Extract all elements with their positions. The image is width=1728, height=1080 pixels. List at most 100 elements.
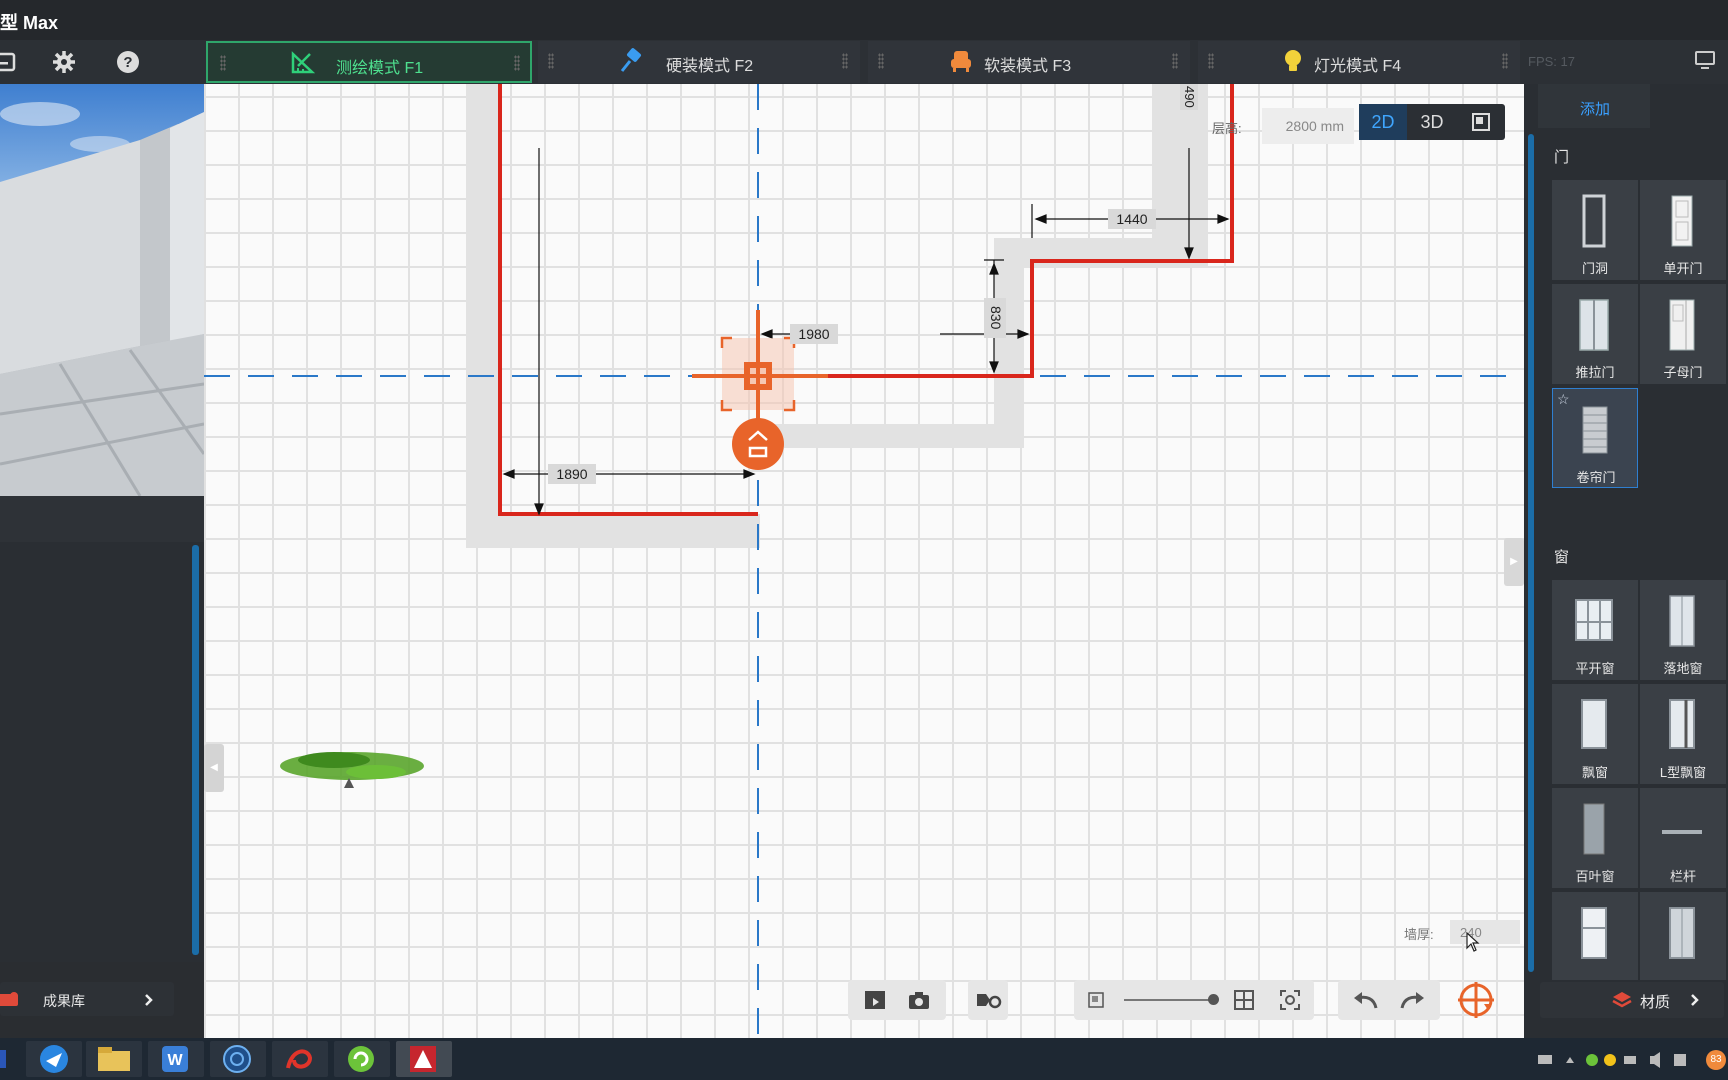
item-label: 栏杆 [1669, 869, 1696, 884]
tab-add[interactable]: 添加 [1538, 84, 1650, 128]
window-item-louver[interactable]: 百叶窗 [1552, 788, 1638, 888]
title-bar: 型 Max [0, 0, 1728, 40]
library-label: 成果库 [43, 993, 85, 1009]
tab-softscape-mode[interactable]: 软装模式 F3 [868, 41, 1190, 83]
layers-icon [1612, 992, 1632, 1008]
library-icon [0, 992, 18, 1006]
chevron-right-icon [1691, 994, 1699, 1006]
app-title: 型 Max [0, 13, 59, 33]
fit-view-icon[interactable] [1280, 990, 1300, 1010]
floorplan-drawing [204, 84, 1524, 1038]
window-item-casement[interactable]: 平开窗 [1552, 580, 1638, 680]
bay-window-icon [1581, 699, 1607, 749]
window-item-7[interactable] [1552, 892, 1638, 980]
item-label: 单开门 [1663, 261, 1703, 276]
dimension-1980[interactable]: 1980 [790, 324, 838, 344]
3d-preview[interactable] [0, 84, 204, 496]
gear-icon[interactable] [50, 48, 78, 76]
measure-icon [291, 51, 316, 74]
item-label: 子母门 [1663, 365, 1703, 380]
view-2d-button[interactable]: 2D [1359, 104, 1407, 140]
door-opening-icon [1582, 194, 1606, 248]
star-icon[interactable]: ☆ [1557, 391, 1570, 408]
view-3d-button[interactable]: 3D [1408, 104, 1456, 140]
door-item-opening[interactable]: 门洞 [1552, 180, 1638, 280]
window-item-bay[interactable]: 飘窗 [1552, 684, 1638, 784]
camera-settings-icon [977, 994, 1002, 1009]
zoom-in-icon[interactable] [1234, 990, 1254, 1010]
left-panel-header [0, 496, 204, 542]
window-item-railing[interactable]: 栏杆 [1640, 788, 1726, 888]
drawing-canvas[interactable]: 1890 1980 830 1440 490 层高: 2800 mm 2D 3D… [204, 84, 1524, 1038]
os-taskbar: W 83 [0, 1038, 1728, 1080]
component-panel: 添加 门 门洞 单开门 推拉门 子母门 ☆ 卷帘门 窗 平开窗 落地窗 飘窗 L… [1524, 84, 1728, 1038]
brush-icon [620, 48, 641, 72]
material-button[interactable]: 材质 [1540, 982, 1724, 1018]
rolling-door-icon [1582, 406, 1608, 454]
zoom-slider-handle[interactable] [1208, 994, 1219, 1005]
dimension-1440[interactable]: 1440 [1108, 209, 1156, 229]
system-tray-icons[interactable] [1536, 1051, 1696, 1069]
louver-window-icon [1583, 803, 1605, 855]
tab-label: 硬装模式 F2 [666, 58, 754, 75]
zoom-slider-track[interactable] [1124, 999, 1214, 1001]
media-tools [848, 980, 946, 1020]
floor-height-input[interactable]: 2800 mm [1262, 108, 1354, 144]
dimension-490[interactable]: 490 [1180, 84, 1198, 110]
floor-height-label: 层高: [1212, 121, 1242, 136]
item-label: 飘窗 [1581, 765, 1608, 780]
autocad-icon[interactable] [396, 1041, 452, 1077]
folder-icon[interactable] [86, 1041, 142, 1077]
view-plan-button[interactable] [1457, 104, 1505, 140]
tray-badge[interactable]: 83 [1706, 1050, 1726, 1070]
window-item-floor[interactable]: 落地窗 [1640, 580, 1726, 680]
locate-icon[interactable] [1456, 980, 1496, 1020]
camera-icon[interactable] [908, 990, 930, 1010]
wall-thickness-input[interactable]: 240 [1450, 920, 1520, 944]
scribble-app-icon[interactable] [272, 1041, 328, 1077]
item-label: 卷帘门 [1576, 470, 1616, 485]
bird-app-icon[interactable] [26, 1041, 82, 1077]
door-item-rolling[interactable]: ☆ 卷帘门 [1552, 388, 1638, 488]
video-record-icon[interactable] [864, 990, 886, 1010]
tab-lighting-mode[interactable]: 灯光模式 F4 [1198, 41, 1520, 83]
window-item-8[interactable] [1640, 892, 1726, 980]
fps-counter: FPS: 17 [1528, 54, 1575, 69]
tab-survey-mode[interactable]: 测绘模式 F1 [206, 41, 532, 83]
monitor-icon[interactable] [1694, 50, 1716, 70]
door-item-sliding[interactable]: 推拉门 [1552, 284, 1638, 384]
door-item-single[interactable]: 单开门 [1640, 180, 1726, 280]
right-scrollbar[interactable] [1528, 134, 1534, 972]
help-icon[interactable]: ? [114, 48, 142, 76]
chevron-right-icon [145, 994, 153, 1006]
l-bay-window-icon [1669, 699, 1695, 749]
item-label: 落地窗 [1663, 661, 1703, 676]
undo-icon[interactable] [1352, 990, 1378, 1010]
redo-icon[interactable] [1400, 990, 1426, 1010]
item-label: 百叶窗 [1575, 869, 1615, 884]
dimension-1890[interactable]: 1890 [548, 464, 596, 484]
zoom-out-icon[interactable] [1088, 992, 1104, 1008]
start-icon[interactable] [0, 1050, 6, 1068]
material-label: 材质 [1640, 994, 1671, 1011]
browser-icon[interactable] [210, 1041, 266, 1077]
save-icon[interactable] [0, 48, 28, 76]
right-panel-toggle[interactable]: ▶ [1504, 538, 1524, 586]
left-scrollbar[interactable] [192, 545, 199, 955]
window-icon [1581, 907, 1607, 959]
dimension-830[interactable]: 830 [984, 298, 1006, 338]
plan-icon [1472, 113, 1490, 131]
single-door-icon [1671, 195, 1693, 247]
window-item-l-bay[interactable]: L型飘窗 [1640, 684, 1726, 784]
door-item-double[interactable]: 子母门 [1640, 284, 1726, 384]
item-label: 门洞 [1581, 261, 1608, 276]
item-label: L型飘窗 [1659, 765, 1707, 780]
left-panel-toggle[interactable]: ◀ [204, 744, 224, 792]
library-button[interactable]: 成果库 [0, 982, 174, 1016]
refresh-app-icon[interactable] [334, 1041, 390, 1077]
tab-label: 灯光模式 F4 [1314, 58, 1402, 75]
tab-hardscape-mode[interactable]: 硬装模式 F2 [538, 41, 860, 83]
wps-icon[interactable]: W [148, 1041, 204, 1077]
history-tools [1338, 980, 1440, 1020]
camera-settings-tool[interactable] [968, 980, 1008, 1020]
